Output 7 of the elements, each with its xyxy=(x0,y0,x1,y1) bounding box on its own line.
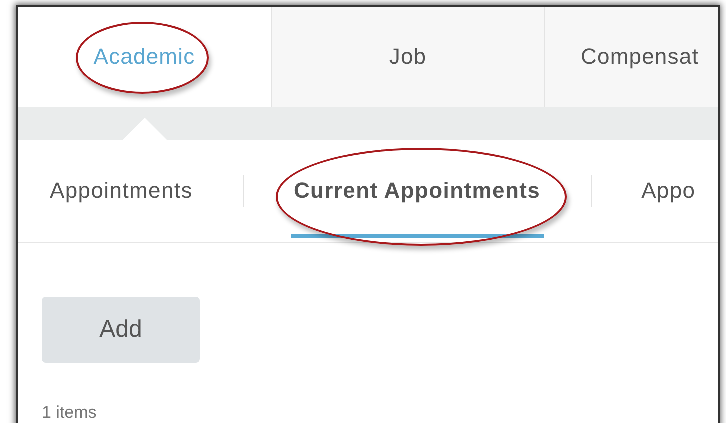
tab[interactable]: Job xyxy=(272,7,545,107)
item-count: 1 items xyxy=(42,403,97,423)
add-button[interactable]: Add xyxy=(42,297,200,363)
subtab[interactable]: Current Appointments xyxy=(294,140,541,242)
subtab[interactable]: Appo xyxy=(642,140,696,242)
tab[interactable]: Compensat xyxy=(545,7,718,107)
subtab[interactable]: Appointments xyxy=(50,140,193,242)
